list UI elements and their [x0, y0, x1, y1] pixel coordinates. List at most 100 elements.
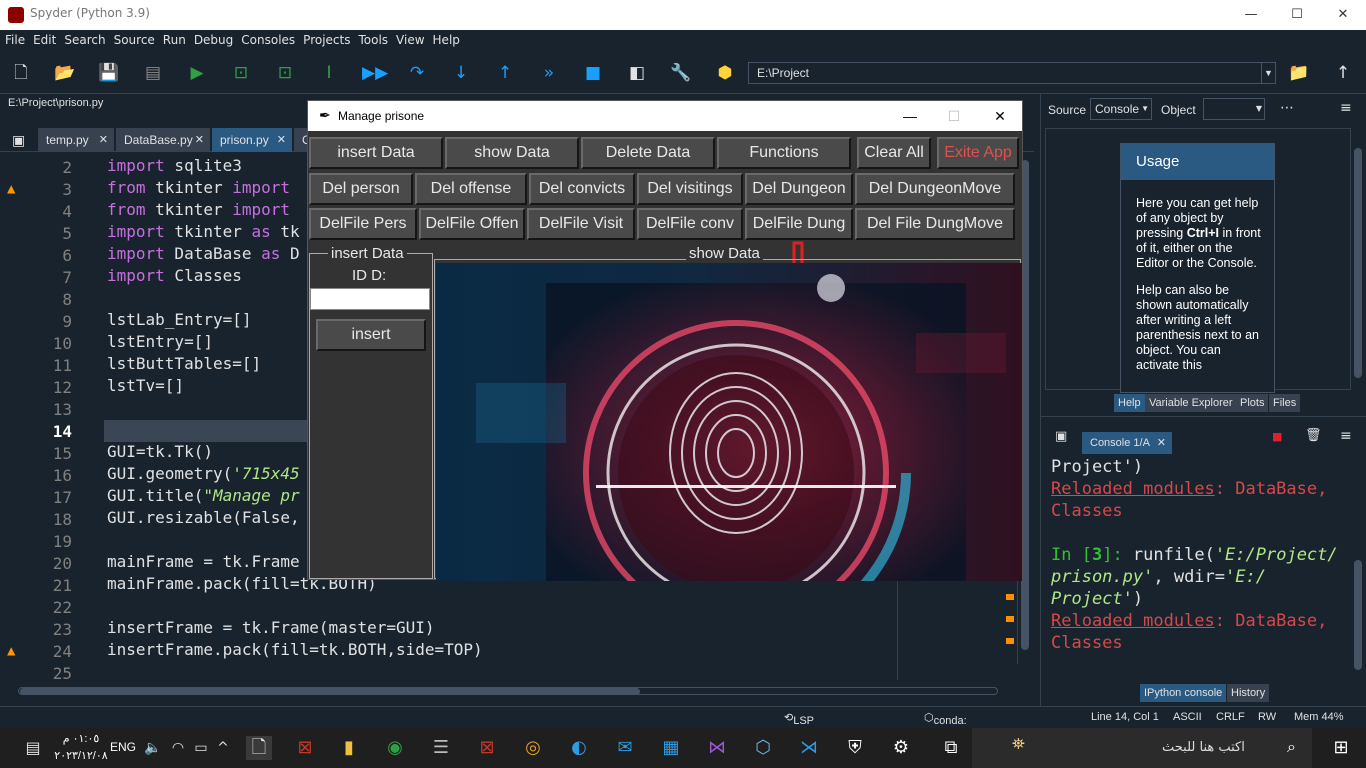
menu-consoles[interactable]: Consoles	[238, 32, 298, 48]
console-scrollbar[interactable]	[1352, 456, 1364, 678]
tab-help[interactable]: Help	[1114, 394, 1145, 412]
spyder-taskbar-icon-2[interactable]: ⊠	[474, 736, 500, 760]
menu-file[interactable]: File	[2, 32, 28, 48]
clock-time[interactable]: ٠١:٠٥ م	[58, 732, 104, 745]
anaconda-icon[interactable]: ◉	[382, 736, 408, 760]
editor-horizontal-scrollbar[interactable]	[8, 684, 1008, 698]
run-cell-icon[interactable]: ⊡	[230, 62, 252, 84]
pane-menu-icon[interactable]: ≡	[1340, 428, 1352, 444]
del-visitings-button[interactable]: Del visitings	[637, 173, 743, 205]
console-browse-icon[interactable]: ▣	[1055, 429, 1067, 444]
open-file-icon[interactable]: 📂	[54, 62, 76, 84]
show-data-button[interactable]: show Data	[445, 137, 579, 169]
stop-debug-icon[interactable]: ■	[582, 62, 604, 84]
insert-data-button[interactable]: insert Data	[309, 137, 443, 169]
delfile-conv-button[interactable]: DelFile conv	[637, 208, 743, 240]
menu-search[interactable]: Search	[61, 32, 108, 48]
language-indicator[interactable]: ENG	[110, 740, 136, 754]
parent-dir-icon[interactable]: ↑	[1332, 62, 1354, 84]
del-dungeon-button[interactable]: Del Dungeon	[745, 173, 853, 205]
visual-studio-icon[interactable]: ⋈	[704, 736, 730, 760]
help-scrollbar[interactable]	[1352, 128, 1364, 388]
tab-prison[interactable]: prison.py ✕	[212, 128, 292, 152]
clear-console-icon[interactable]: 🗑	[1305, 428, 1322, 443]
tk-maximize-button[interactable]: ☐	[932, 101, 976, 131]
delfile-pers-button[interactable]: DelFile Pers	[309, 208, 417, 240]
preferences-wrench-icon[interactable]: 🔧	[670, 62, 692, 84]
object-combo[interactable]: ▼	[1203, 98, 1265, 120]
run-selection-icon[interactable]: I	[318, 62, 340, 84]
del-convicts-button[interactable]: Del convicts	[529, 173, 635, 205]
scroll-thumb[interactable]	[1354, 560, 1362, 670]
tab-plots[interactable]: Plots	[1236, 394, 1269, 412]
menu-view[interactable]: View	[393, 32, 427, 48]
maximize-pane-icon[interactable]: ◧	[626, 62, 648, 84]
start-windows-icon[interactable]: ⊞	[1328, 736, 1354, 760]
tk-minimize-button[interactable]: —	[888, 101, 932, 131]
new-file-icon[interactable]: 🗋	[10, 62, 32, 84]
tab-ipython-console[interactable]: IPython console	[1140, 684, 1227, 702]
debug-icon[interactable]: ▶▶	[362, 62, 388, 84]
warning-icon[interactable]: ▲	[7, 182, 23, 196]
menu-debug[interactable]: Debug	[191, 32, 236, 48]
tk-close-button[interactable]: ✕	[978, 101, 1022, 131]
delfile-dung-button[interactable]: DelFile Dung	[745, 208, 853, 240]
pane-menu-icon[interactable]: ≡	[1340, 100, 1352, 116]
chrome-icon[interactable]: ◎	[520, 736, 546, 760]
clock-date[interactable]: ٢٠٢٣/١٢/٠٨	[54, 749, 108, 762]
id-entry[interactable]	[310, 288, 430, 310]
security-shield-icon[interactable]: ⛨	[842, 736, 868, 760]
scroll-thumb[interactable]	[20, 688, 640, 695]
menu-tools[interactable]: Tools	[355, 32, 391, 48]
mail-icon[interactable]: ✉	[612, 736, 638, 760]
delfile-dungmove-button[interactable]: Del File DungMove	[855, 208, 1015, 240]
tab-database[interactable]: DataBase.py ✕	[116, 128, 210, 152]
edge-icon[interactable]: ◐	[566, 736, 592, 760]
tab-console-1a[interactable]: Console 1/A ✕	[1082, 432, 1172, 454]
close-tab-icon[interactable]: ✕	[195, 128, 204, 152]
interrupt-kernel-icon[interactable]: ■	[1272, 430, 1282, 443]
settings-gear-icon[interactable]: ⚙	[888, 736, 914, 760]
delfile-offen-button[interactable]: DelFile Offen	[419, 208, 525, 240]
del-dungeonmove-button[interactable]: Del DungeonMove	[855, 173, 1015, 205]
chevron-up-icon[interactable]: ^	[210, 736, 236, 760]
notifications-icon[interactable]: ▤	[20, 736, 46, 760]
box-app-icon[interactable]: ⬡	[750, 736, 776, 760]
more-options-icon[interactable]: ⋯	[1280, 100, 1294, 116]
menu-help[interactable]: Help	[430, 32, 463, 48]
store-icon[interactable]: ▦	[658, 736, 684, 760]
tab-temp[interactable]: temp.py ✕	[38, 128, 114, 152]
run-icon[interactable]: ▶	[186, 62, 208, 84]
vscode-icon[interactable]: ⋊	[796, 736, 822, 760]
spyder-taskbar-icon[interactable]: ⊠	[292, 736, 318, 760]
scroll-thumb[interactable]	[1354, 148, 1362, 378]
python-path-icon[interactable]: ⬢	[714, 62, 736, 84]
insert-button[interactable]: insert	[316, 319, 426, 351]
working-directory-combo[interactable]: E:\Project ▼	[748, 62, 1276, 84]
delfile-visit-button[interactable]: DelFile Visit	[527, 208, 635, 240]
delete-data-button[interactable]: Delete Data	[581, 137, 715, 169]
menu-source[interactable]: Source	[111, 32, 158, 48]
close-tab-icon[interactable]: ✕	[99, 128, 108, 152]
functions-button[interactable]: Functions	[717, 137, 851, 169]
del-offense-button[interactable]: Del offense	[415, 173, 527, 205]
step-into-icon[interactable]: ↓	[450, 62, 472, 84]
step-icon[interactable]: ↷	[406, 62, 428, 84]
taskbar-search[interactable]: ⛯ اكتب هنا للبحث ⌕	[972, 728, 1312, 768]
chevron-down-icon[interactable]: ▼	[1261, 63, 1275, 83]
warning-icon[interactable]: ▲	[7, 644, 23, 658]
file-explorer-icon[interactable]: ▮	[336, 736, 362, 760]
file-app-icon[interactable]: 🗋	[246, 736, 272, 760]
save-all-icon[interactable]: ▤	[142, 62, 164, 84]
run-cell-advance-icon[interactable]: ⊡	[274, 62, 296, 84]
close-tab-icon[interactable]: ✕	[277, 128, 286, 152]
database-icon[interactable]: ☰	[428, 736, 454, 760]
tab-files[interactable]: Files	[1269, 394, 1301, 412]
menu-edit[interactable]: Edit	[30, 32, 59, 48]
menu-projects[interactable]: Projects	[300, 32, 353, 48]
source-combo[interactable]: Console ▼	[1090, 98, 1152, 120]
volume-icon[interactable]: 🔈	[140, 736, 166, 760]
continue-icon[interactable]: »	[538, 62, 560, 84]
clear-all-button[interactable]: Clear All	[857, 137, 931, 169]
tab-variable-explorer[interactable]: Variable Explorer	[1145, 394, 1237, 412]
